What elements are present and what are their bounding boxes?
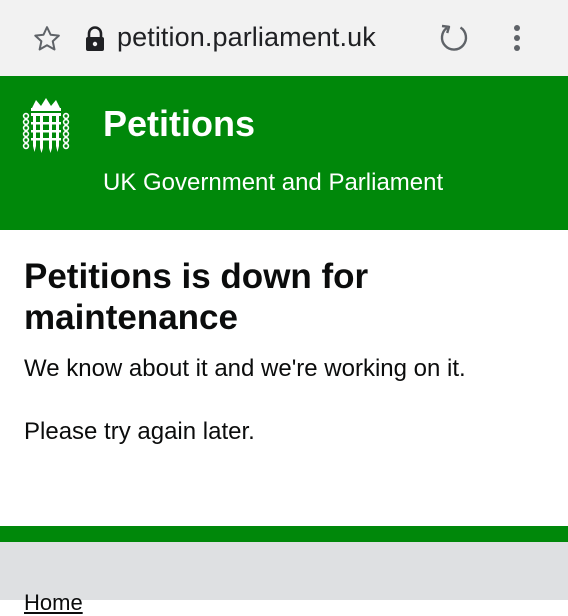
main-content: Petitions is down for maintenance We kno… [24, 256, 544, 447]
reload-icon[interactable] [438, 22, 470, 54]
site-title[interactable]: Petitions [103, 103, 255, 145]
site-footer: Home [0, 542, 568, 615]
url-text[interactable]: petition.parliament.uk [117, 22, 376, 53]
footer-green-bar [0, 526, 568, 542]
more-menu-icon[interactable] [508, 22, 526, 54]
page-heading: Petitions is down for maintenance [24, 257, 369, 337]
site-header: Petitions UK Government and Parliament [0, 76, 568, 230]
browser-address-bar: petition.parliament.uk [0, 0, 568, 76]
footer-home-link[interactable]: Home [24, 590, 83, 616]
portcullis-crest-icon[interactable] [22, 96, 70, 154]
info-paragraph: We know about it and we're working on it… [24, 355, 466, 382]
site-subtitle: UK Government and Parliament [103, 169, 444, 196]
retry-paragraph: Please try again later. [24, 418, 255, 445]
lock-icon [84, 26, 106, 52]
bookmark-star-icon[interactable] [32, 24, 62, 54]
